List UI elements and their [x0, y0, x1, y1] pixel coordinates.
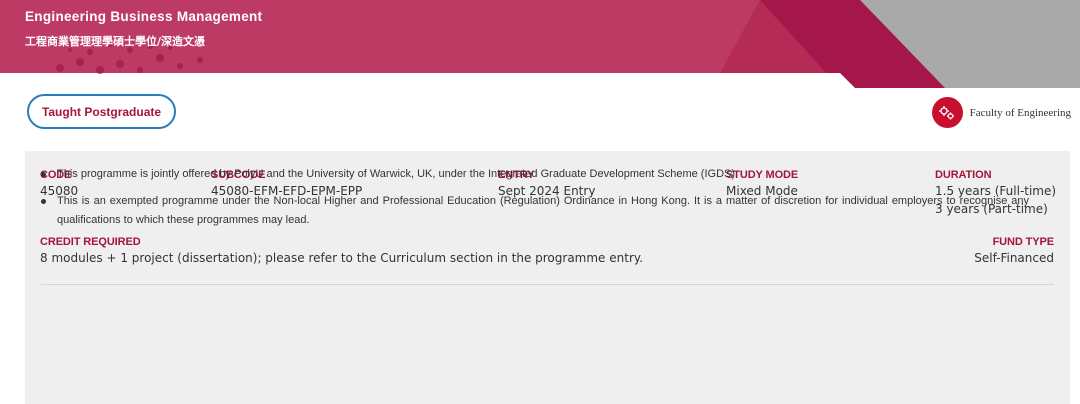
fund-type-value: Self-Financed: [974, 251, 1054, 265]
faculty-link[interactable]: Faculty of Engineering: [931, 97, 1071, 128]
list-item: This is an exempted programme under the …: [39, 192, 1029, 230]
programme-type-badge[interactable]: Taught Postgraduate: [27, 94, 176, 129]
programme-title: Engineering Business Management: [25, 9, 263, 24]
programme-banner: Engineering Business Management 工程商業管理理學…: [0, 0, 1080, 88]
note-text: This is an exempted programme under the …: [57, 195, 1029, 226]
programme-notes: This programme is jointly offered by Pol…: [39, 165, 1029, 238]
faculty-label: Faculty of Engineering: [969, 106, 1071, 119]
note-text: This programme is jointly offered by Pol…: [57, 168, 739, 180]
bullet-icon: [41, 199, 46, 204]
programme-title-chinese: 工程商業管理理學碩士學位/深造文憑: [25, 35, 206, 48]
bullet-icon: [41, 172, 46, 177]
list-item: This programme is jointly offered by Pol…: [39, 165, 1029, 184]
credit-required-value: 8 modules + 1 project (dissertation); pl…: [40, 251, 644, 265]
fund-type-field: FUND TYPE Self-Financed: [974, 235, 1054, 267]
gears-icon: [931, 97, 963, 128]
divider: [41, 284, 1054, 285]
credit-required-field: CREDIT REQUIRED 8 modules + 1 project (d…: [40, 235, 643, 267]
